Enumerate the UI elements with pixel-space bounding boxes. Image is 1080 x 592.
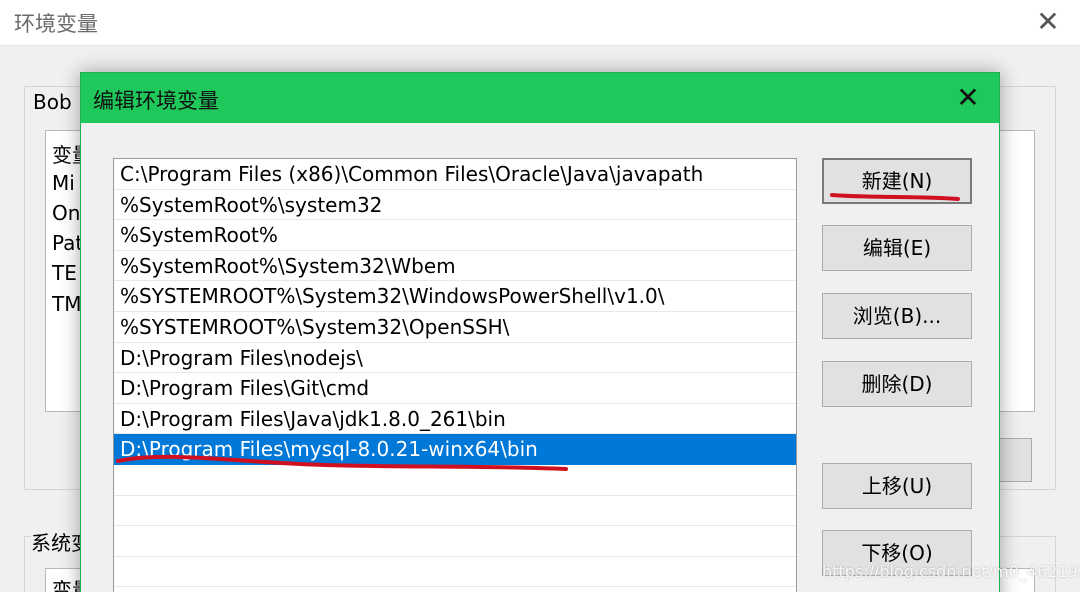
path-list-item[interactable]: D:\Program Files\Git\cmd [114,373,796,404]
user-var-item[interactable]: Pat [52,231,83,255]
dialog-titlebar: 编辑环境变量 ✕ [81,73,999,123]
user-var-item[interactable]: Mi [52,171,75,195]
browse-button[interactable]: 浏览(B)... [822,293,972,339]
path-list-item[interactable]: D:\Program Files\nodejs\ [114,343,796,374]
path-list-item[interactable]: %SYSTEMROOT%\System32\OpenSSH\ [114,312,796,343]
bg-close-icon[interactable]: ✕ [1030,6,1066,38]
move-up-button[interactable]: 上移(U) [822,463,972,509]
user-var-item[interactable]: TE [52,261,77,285]
delete-button[interactable]: 删除(D) [822,361,972,407]
user-var-item[interactable]: TM [52,292,81,316]
dialog-close-icon[interactable]: ✕ [951,81,985,115]
new-button[interactable]: 新建(N) [822,158,972,204]
edit-environment-variable-dialog: 编辑环境变量 ✕ C:\Program Files (x86)\Common F… [80,72,1000,592]
path-list-empty-row[interactable] [114,587,796,592]
path-list-item[interactable]: C:\Program Files (x86)\Common Files\Orac… [114,159,796,190]
path-list[interactable]: C:\Program Files (x86)\Common Files\Orac… [113,158,797,592]
path-list-empty-row[interactable] [114,496,796,527]
watermark-text: https://blog.csdn.net/m0_46219251 [822,562,1080,581]
edit-button[interactable]: 编辑(E) [822,225,972,271]
path-list-item[interactable]: %SystemRoot%\system32 [114,190,796,221]
path-list-item[interactable]: %SystemRoot%\System32\Wbem [114,251,796,282]
path-list-empty-row[interactable] [114,526,796,557]
bg-window-title: 环境变量 [14,12,98,36]
path-list-item[interactable]: %SYSTEMROOT%\System32\WindowsPowerShell\… [114,281,796,312]
user-var-item[interactable]: On [52,201,80,225]
bg-user-delete-button[interactable] [996,438,1032,482]
path-list-item-selected[interactable]: D:\Program Files\mysql-8.0.21-winx64\bin [114,434,796,465]
path-list-item[interactable]: D:\Program Files\Java\jdk1.8.0_261\bin [114,404,796,435]
dialog-title: 编辑环境变量 [93,89,219,113]
user-variables-label: Bob [33,90,72,114]
path-list-empty-row[interactable] [114,557,796,588]
path-list-empty-row[interactable] [114,465,796,496]
bg-titlebar: 环境变量 ✕ [0,0,1080,46]
path-list-item[interactable]: %SystemRoot% [114,220,796,251]
